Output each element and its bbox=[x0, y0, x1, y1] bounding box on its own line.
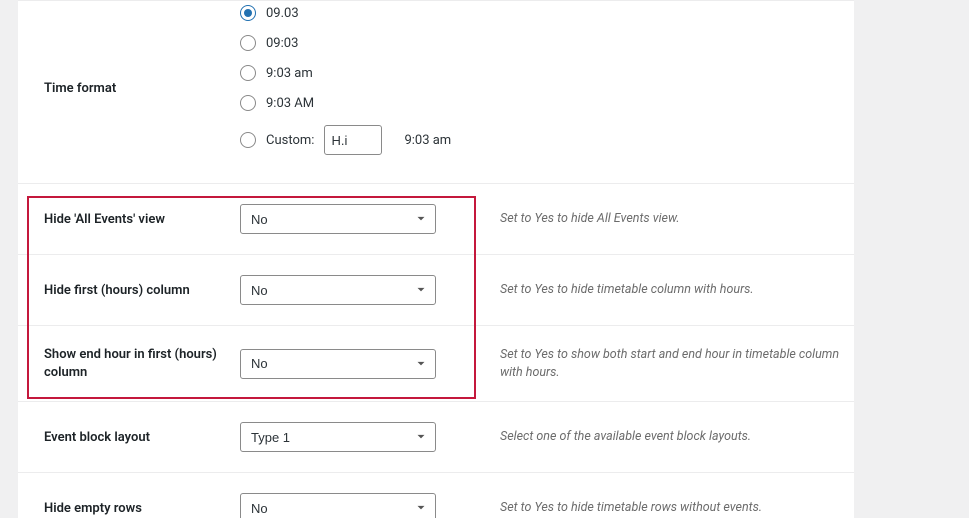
label-time-format: Time format bbox=[18, 5, 240, 96]
select-show-end-hour-input[interactable]: No bbox=[240, 349, 436, 379]
select-hide-first-hours[interactable]: No bbox=[240, 275, 436, 305]
desc-hide-empty-rows: Set to Yes to hide timetable rows withou… bbox=[500, 499, 854, 517]
row-hide-all-events: Hide 'All Events' view No Set to Yes to … bbox=[18, 184, 854, 255]
row-hide-empty-rows: Hide empty rows No Set to Yes to hide ti… bbox=[18, 473, 854, 518]
label-show-end-hour: Show end hour in first (hours) column bbox=[18, 346, 240, 381]
row-time-format: Time format 09.03 09:03 9:03 am bbox=[18, 0, 854, 184]
time-format-option-0[interactable]: 09.03 bbox=[240, 5, 834, 21]
time-format-custom-preview: 9:03 am bbox=[404, 133, 451, 148]
time-format-option-custom[interactable]: Custom: 9:03 am bbox=[240, 125, 834, 155]
time-format-radio-1[interactable] bbox=[240, 35, 256, 51]
select-event-block-layout[interactable]: Type 1 bbox=[240, 422, 436, 452]
time-format-option-label: 09.03 bbox=[266, 6, 299, 21]
settings-panel: Time format 09.03 09:03 9:03 am bbox=[18, 0, 854, 518]
select-hide-empty-rows-input[interactable]: No bbox=[240, 493, 436, 518]
time-format-option-2[interactable]: 9:03 am bbox=[240, 65, 834, 81]
label-hide-empty-rows: Hide empty rows bbox=[18, 501, 240, 516]
time-format-option-label: 9:03 AM bbox=[266, 96, 314, 111]
time-format-radio-2[interactable] bbox=[240, 65, 256, 81]
label-hide-all-events: Hide 'All Events' view bbox=[18, 212, 240, 227]
desc-show-end-hour: Set to Yes to show both start and end ho… bbox=[500, 346, 854, 381]
time-format-radio-custom[interactable] bbox=[240, 132, 256, 148]
row-show-end-hour: Show end hour in first (hours) column No… bbox=[18, 326, 854, 402]
desc-hide-all-events: Set to Yes to hide All Events view. bbox=[500, 210, 854, 228]
desc-hide-first-hours: Set to Yes to hide timetable column with… bbox=[500, 281, 854, 299]
time-format-custom-label: Custom: bbox=[266, 133, 314, 148]
select-hide-first-hours-input[interactable]: No bbox=[240, 275, 436, 305]
time-format-custom-input[interactable] bbox=[324, 125, 382, 155]
row-hide-first-hours: Hide first (hours) column No Set to Yes … bbox=[18, 255, 854, 326]
select-hide-all-events-input[interactable]: No bbox=[240, 204, 436, 234]
time-format-option-label: 9:03 am bbox=[266, 66, 313, 81]
time-format-option-3[interactable]: 9:03 AM bbox=[240, 95, 834, 111]
select-event-block-layout-input[interactable]: Type 1 bbox=[240, 422, 436, 452]
select-hide-empty-rows[interactable]: No bbox=[240, 493, 436, 518]
time-format-option-label: 09:03 bbox=[266, 36, 298, 51]
select-hide-all-events[interactable]: No bbox=[240, 204, 436, 234]
time-format-option-1[interactable]: 09:03 bbox=[240, 35, 834, 51]
time-format-options: 09.03 09:03 9:03 am 9:03 AM bbox=[240, 5, 854, 155]
select-show-end-hour[interactable]: No bbox=[240, 349, 436, 379]
row-event-block-layout: Event block layout Type 1 Select one of … bbox=[18, 402, 854, 473]
desc-event-block-layout: Select one of the available event block … bbox=[500, 428, 854, 446]
label-event-block-layout: Event block layout bbox=[18, 430, 240, 445]
time-format-radio-3[interactable] bbox=[240, 95, 256, 111]
label-hide-first-hours: Hide first (hours) column bbox=[18, 283, 240, 298]
time-format-radio-0[interactable] bbox=[240, 5, 256, 21]
